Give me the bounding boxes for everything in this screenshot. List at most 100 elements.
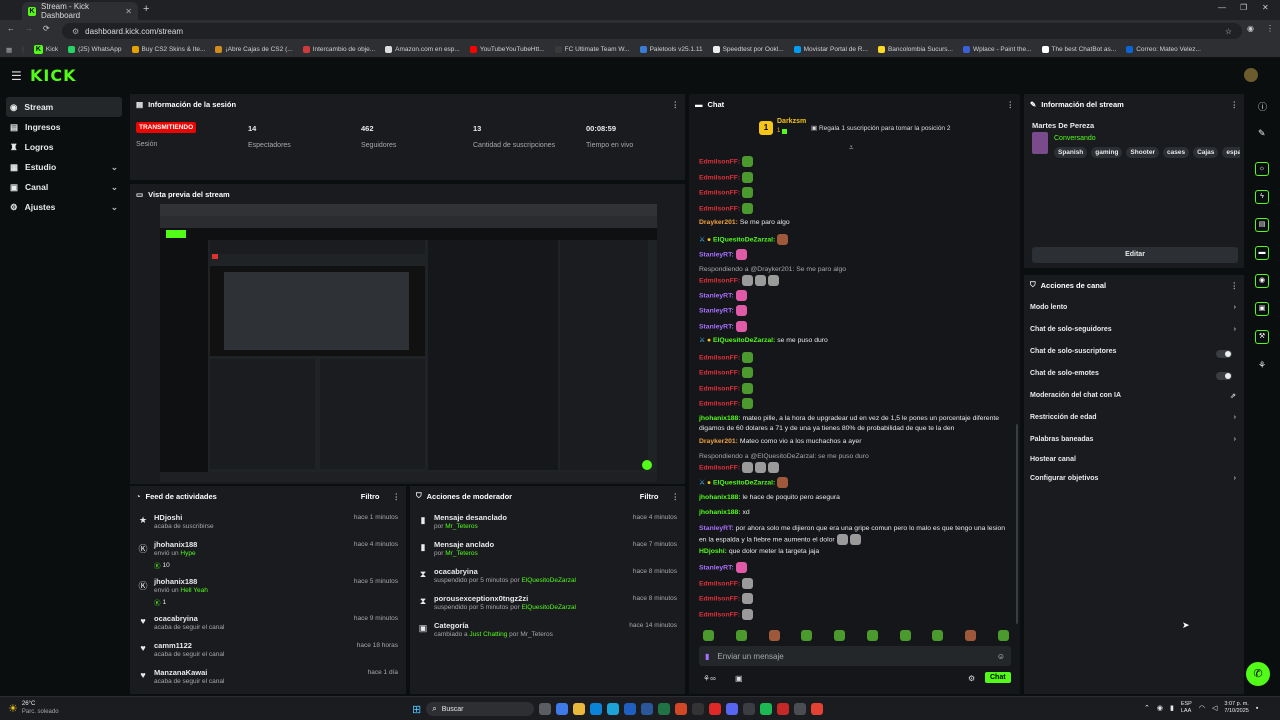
kick-logo[interactable]: KICK bbox=[30, 66, 77, 85]
emote-icon[interactable] bbox=[899, 630, 911, 641]
chat-message[interactable]: StanleyRT: por ahora solo me dijieron qu… bbox=[699, 524, 1009, 545]
chat-message[interactable]: StanleyRT: bbox=[699, 289, 1009, 301]
chat-username[interactable]: StanleyRT: bbox=[699, 323, 734, 330]
rail-broadcast-icon[interactable]: ◉ bbox=[1255, 274, 1269, 288]
rail-activity-icon[interactable]: ☼ bbox=[1255, 162, 1269, 176]
outlook-icon[interactable] bbox=[624, 703, 637, 715]
chat-username[interactable]: EdmilsonFF: bbox=[699, 580, 740, 587]
volume-icon[interactable]: ◁ bbox=[1212, 704, 1217, 712]
app-icon[interactable] bbox=[743, 703, 756, 715]
bookmark-item[interactable]: ¡Abre Cajas de CS2 (... bbox=[215, 46, 293, 53]
close-window-icon[interactable]: ✕ bbox=[1262, 3, 1269, 12]
sidebar-item-ingresos[interactable]: ▤ Ingresos bbox=[6, 117, 122, 137]
language-indicator[interactable]: ESP LAA bbox=[1181, 701, 1192, 715]
emote-icon[interactable] bbox=[932, 630, 944, 641]
app-icon[interactable] bbox=[692, 703, 705, 715]
chat-username[interactable]: ElQuesitoDeZarzal: bbox=[713, 479, 775, 486]
bookmark-item[interactable]: Buy CS2 Skins & Ite... bbox=[131, 46, 205, 53]
chat-message[interactable]: ⚔ ● ElQuesitoDeZarzal: bbox=[699, 477, 1009, 488]
chat-message[interactable]: StanleyRT: bbox=[699, 305, 1009, 316]
chat-message[interactable]: EdmilsonFF: bbox=[699, 593, 1009, 604]
chat-username[interactable]: EdmilsonFF: bbox=[699, 595, 740, 602]
emote-icon[interactable] bbox=[997, 630, 1009, 641]
browser-tab[interactable]: K Stream - Kick Dashboard ✕ bbox=[22, 2, 138, 20]
chat-message[interactable]: jhohanix188: le hace de poquito pero ase… bbox=[699, 493, 1009, 503]
edit-icon[interactable]: ✎ bbox=[1258, 128, 1266, 139]
back-icon[interactable]: ← bbox=[7, 24, 15, 33]
top-gifter-banner[interactable]: 1 Darkzsm 1 ▣ Regala 1 suscripción para … bbox=[759, 118, 989, 140]
browser-menu-icon[interactable]: ⋮ bbox=[1266, 24, 1274, 33]
chat-message[interactable]: EdmilsonFF: bbox=[699, 398, 1009, 409]
chat-message[interactable]: EdmilsonFF: bbox=[699, 202, 1009, 214]
chat-username[interactable]: EdmilsonFF: bbox=[699, 205, 740, 212]
chat-username[interactable]: ElQuesitoDeZarzal: bbox=[713, 337, 775, 344]
chat-username[interactable]: EdmilsonFF: bbox=[699, 189, 740, 196]
url-bar[interactable]: ⚙ dashboard.kick.com/stream ☆ bbox=[62, 23, 1242, 39]
chat-message[interactable]: StanleyRT: bbox=[699, 249, 1009, 260]
avatar[interactable] bbox=[1244, 68, 1258, 82]
emote-icon[interactable] bbox=[801, 630, 813, 641]
chat-username[interactable]: EdmilsonFF: bbox=[699, 369, 740, 376]
mic-icon[interactable]: ▮ bbox=[705, 652, 709, 661]
chat-username[interactable]: jhohanix188: bbox=[699, 415, 741, 422]
subscribers-only-toggle[interactable] bbox=[1216, 350, 1232, 358]
spotify-icon[interactable] bbox=[760, 703, 773, 715]
chat-username[interactable]: Drayker201: bbox=[699, 438, 738, 445]
chat-username[interactable]: EdmilsonFF: bbox=[699, 611, 740, 618]
category-name[interactable]: Conversando bbox=[1054, 135, 1096, 142]
chat-username[interactable]: HDjoshi: bbox=[699, 548, 727, 555]
connections-icon[interactable]: ⚘∞ bbox=[703, 674, 716, 683]
chat-username[interactable]: StanleyRT: bbox=[699, 564, 734, 571]
chat-username[interactable]: jhohanix188: bbox=[699, 509, 741, 516]
chat-username[interactable]: EdmilsonFF: bbox=[699, 400, 740, 407]
chat-message[interactable]: EdmilsonFF: bbox=[699, 608, 1009, 620]
tray-chevron-up-icon[interactable]: ⌃ bbox=[1144, 704, 1150, 712]
wifi-icon[interactable]: ◠ bbox=[1199, 704, 1205, 712]
emote-icon[interactable] bbox=[965, 630, 977, 641]
discord-icon[interactable] bbox=[726, 703, 739, 715]
chat-message[interactable]: StanleyRT: bbox=[699, 320, 1009, 332]
powerpoint-icon[interactable] bbox=[675, 703, 688, 715]
chat-message[interactable]: EdmilsonFF: bbox=[699, 171, 1009, 183]
filter-button[interactable]: Filtro bbox=[361, 492, 380, 501]
rail-clipboard-icon[interactable]: ▤ bbox=[1255, 218, 1269, 232]
file-explorer-icon[interactable] bbox=[573, 703, 586, 715]
chat-message[interactable]: jhohanix188: xd bbox=[699, 508, 1009, 518]
chat-input[interactable]: ▮ Enviar un mensaje ☺ bbox=[699, 646, 1011, 666]
more-options-icon[interactable]: ⋮ bbox=[1231, 100, 1239, 109]
sidebar-item-estudio[interactable]: ▦ Estudio ⌄ bbox=[6, 157, 122, 177]
copilot-icon[interactable] bbox=[556, 703, 569, 715]
chat-message[interactable]: StanleyRT: bbox=[699, 562, 1009, 573]
bookmark-star-icon[interactable]: ☆ bbox=[1225, 27, 1232, 36]
apps-icon[interactable]: ▦ bbox=[6, 46, 12, 54]
stream-preview-video[interactable] bbox=[160, 204, 657, 482]
chat-message[interactable]: EdmilsonFF: bbox=[699, 156, 1009, 167]
setting-banned-words[interactable]: Palabras baneadas › bbox=[1030, 436, 1236, 450]
edit-button[interactable]: Editar bbox=[1032, 247, 1238, 263]
chat-message[interactable]: EdmilsonFF: bbox=[699, 351, 1009, 363]
emote-icon[interactable] bbox=[834, 630, 846, 641]
mic-icon[interactable]: ▮ bbox=[1170, 704, 1174, 712]
hamburger-menu-icon[interactable]: ☰ bbox=[11, 69, 22, 83]
chat-username[interactable]: EdmilsonFF: bbox=[699, 385, 740, 392]
chat-username[interactable]: EdmilsonFF: bbox=[699, 174, 740, 181]
opera-icon[interactable] bbox=[709, 703, 722, 715]
emote-icon[interactable] bbox=[703, 630, 714, 641]
rail-lightning-icon[interactable]: ϟ bbox=[1255, 190, 1269, 204]
expand-pinned-icon[interactable]: ⩡ bbox=[849, 143, 854, 153]
rail-wrench-icon[interactable]: ⚒ bbox=[1255, 330, 1269, 344]
more-options-icon[interactable]: ⋮ bbox=[393, 492, 401, 501]
emotes-only-toggle[interactable] bbox=[1216, 372, 1232, 380]
reload-icon[interactable]: ⟳ bbox=[43, 24, 50, 33]
bookmark-item[interactable]: K Kick bbox=[33, 45, 58, 54]
chrome-icon[interactable] bbox=[811, 703, 824, 715]
chat-message[interactable]: HDjoshi: que dolor meter la targeta jaja bbox=[699, 547, 1009, 557]
setting-age-restriction[interactable]: Restricción de edad › bbox=[1030, 414, 1236, 428]
app-icon[interactable] bbox=[777, 703, 790, 715]
chat-username[interactable]: StanleyRT: bbox=[699, 525, 734, 532]
bookmark-item[interactable]: Bancolombia Sucurs... bbox=[877, 46, 953, 53]
chat-scrollbar[interactable] bbox=[1016, 424, 1018, 624]
chat-message[interactable]: ⚔ ● ElQuesitoDeZarzal: bbox=[699, 233, 1009, 245]
rail-panel-icon[interactable]: ▣ bbox=[1255, 302, 1269, 316]
bookmark-item[interactable]: Wplace - Paint the... bbox=[962, 46, 1032, 53]
